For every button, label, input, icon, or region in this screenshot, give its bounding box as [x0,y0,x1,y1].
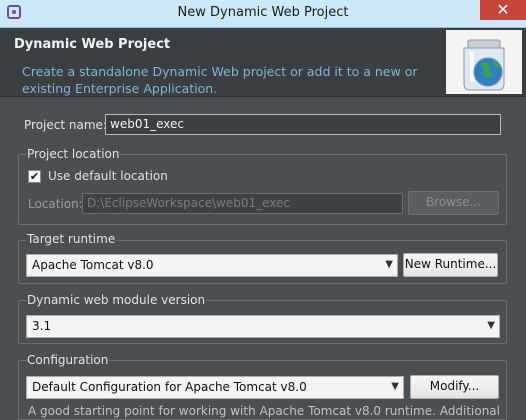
new-runtime-button[interactable]: New Runtime... [403,253,498,277]
module-version-legend: Dynamic web module version [26,293,207,307]
location-input: D:\EclipseWorkspace\web01_exec [82,193,403,214]
configuration-legend: Configuration [26,353,110,367]
target-runtime-select[interactable]: Apache Tomcat v8.0 ▼ [26,254,398,277]
wizard-description: Create a standalone Dynamic Web project … [22,64,418,96]
target-runtime-value: Apache Tomcat v8.0 [32,258,154,272]
configuration-hint: A good starting point for working with A… [28,404,500,418]
module-version-value: 3.1 [32,319,52,333]
project-location-legend: Project location [26,147,121,161]
title-bar: New Dynamic Web Project ✕ [0,0,526,28]
use-default-location-checkbox[interactable]: ✔ [28,170,41,183]
chevron-down-icon: ▼ [487,320,495,331]
module-version-select[interactable]: 3.1 ▼ [26,315,500,338]
target-runtime-legend: Target runtime [26,232,117,246]
use-default-location-label: Use default location [48,169,168,183]
configuration-value: Default Configuration for Apache Tomcat … [32,380,307,394]
location-label: Location: [28,197,83,211]
browse-button: Browse... [408,191,499,215]
chevron-down-icon: ▼ [391,381,399,392]
project-name-input[interactable]: web01_exec [105,114,501,135]
web-project-jar-globe-icon [446,30,522,94]
wizard-header: Dynamic Web Project Create a standalone … [0,28,526,97]
close-button[interactable]: ✕ [480,0,526,20]
wizard-title: Dynamic Web Project [14,37,171,52]
window-title: New Dynamic Web Project [177,5,349,20]
chevron-down-icon: ▼ [385,259,393,270]
configuration-select[interactable]: Default Configuration for Apache Tomcat … [26,376,404,399]
project-name-label: Project name: [24,118,107,132]
modify-button[interactable]: Modify... [410,375,499,399]
